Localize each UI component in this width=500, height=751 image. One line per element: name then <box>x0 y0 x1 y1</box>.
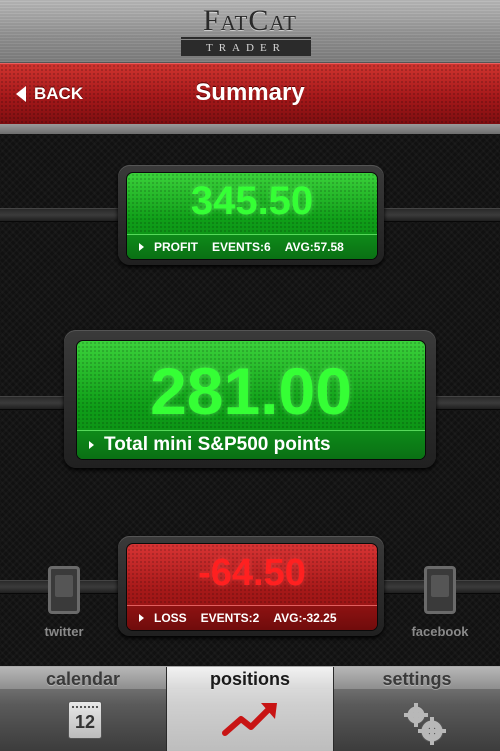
brand-header: FatCat TRADER <box>0 0 500 63</box>
play-triangle-icon <box>89 441 94 449</box>
tab-calendar-label: calendar <box>45 669 121 689</box>
trend-up-icon <box>222 703 277 736</box>
total-info-strip: Total mini S&P500 points <box>77 430 425 459</box>
calendar-icon: 12 <box>68 701 102 739</box>
page-title: Summary <box>195 79 305 106</box>
brand-logo-divider <box>181 37 311 39</box>
twitter-label: twitter <box>44 624 84 639</box>
tab-bar: calendar 12 positions settings <box>0 666 500 751</box>
play-triangle-icon <box>139 614 144 622</box>
tab-positions-label: positions <box>210 669 290 689</box>
brand-logo-name: FatCat <box>202 4 298 37</box>
header-divider <box>0 124 500 134</box>
loss-info-strip: LOSS EVENTS:2 AVG:-32.25 <box>127 605 377 630</box>
total-value: 281.00 <box>150 354 352 428</box>
nav-bar: BACK Summary <box>0 63 500 125</box>
profit-avg: AVG:57.58 <box>284 240 344 254</box>
gear-icon <box>404 703 446 745</box>
profit-panel: 345.50 PROFIT EVENTS:6 AVG:57.58 <box>126 172 378 260</box>
total-label: Total mini S&P500 points <box>104 434 331 455</box>
loss-label: LOSS <box>154 611 187 625</box>
loss-panel: -64.50 LOSS EVENTS:2 AVG:-32.25 <box>126 543 378 631</box>
profit-info-strip: PROFIT EVENTS:6 AVG:57.58 <box>127 234 377 259</box>
profit-value: 345.50 <box>190 179 314 223</box>
brand-logo-subtitle: TRADER <box>181 40 311 56</box>
profit-label: PROFIT <box>154 240 198 254</box>
tab-settings[interactable]: settings <box>334 667 500 751</box>
facebook-label: facebook <box>411 624 469 639</box>
total-panel: 281.00 Total mini S&P500 points <box>76 340 426 460</box>
phone-share-icon <box>424 566 456 614</box>
profit-events: EVENTS:6 <box>212 240 271 254</box>
loss-value: -64.50 <box>198 552 306 594</box>
twitter-share-button[interactable]: twitter <box>24 566 104 639</box>
tab-settings-label: settings <box>382 669 452 689</box>
tab-calendar[interactable]: calendar 12 <box>0 667 167 751</box>
facebook-share-button[interactable]: facebook <box>400 566 480 639</box>
loss-avg: AVG:-32.25 <box>273 611 337 625</box>
loss-events: EVENTS:2 <box>200 611 260 625</box>
play-triangle-icon <box>139 243 144 251</box>
phone-share-icon <box>48 566 80 614</box>
tab-positions[interactable]: positions <box>167 667 334 751</box>
